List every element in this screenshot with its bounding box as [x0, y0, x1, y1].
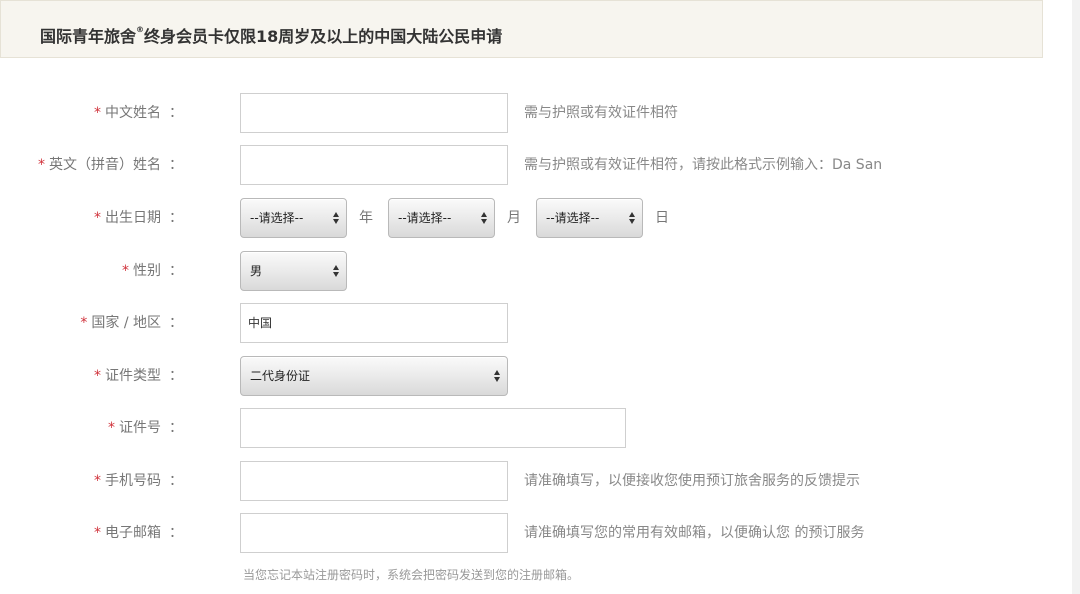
birth-year-select[interactable]: --请选择-- [240, 198, 347, 238]
form-header: 国际青年旅舍®终身会员卡仅限18周岁及以上的中国大陆公民申请 [0, 0, 1043, 58]
gender-select[interactable]: 男 [240, 251, 347, 291]
year-unit: 年 [359, 210, 373, 226]
select-arrows-icon [629, 212, 636, 224]
row-gender: * 性别： 男 [0, 251, 1040, 291]
id-type-value: 二代身份证 [250, 369, 311, 383]
birth-year-value: --请选择-- [250, 211, 304, 225]
english-name-label: * 英文（拼音）姓名： [38, 157, 183, 173]
select-arrows-icon [481, 212, 488, 224]
row-id-number: * 证件号： [0, 408, 1040, 448]
gender-value: 男 [250, 264, 263, 278]
birth-month-value: --请选择-- [398, 211, 452, 225]
row-chinese-name: * 中文姓名： 需与护照或有效证件相符 [0, 93, 1040, 133]
birth-day-select[interactable]: --请选择-- [536, 198, 643, 238]
id-number-label: * 证件号： [108, 420, 183, 436]
english-name-hint: 需与护照或有效证件相符，请按此格式示例输入：Da San [524, 157, 883, 173]
english-name-input[interactable] [240, 145, 508, 185]
row-id-type: * 证件类型： 二代身份证 [0, 356, 1040, 396]
select-arrows-icon [494, 370, 501, 382]
gender-label: * 性别： [122, 263, 183, 279]
required-mark: * [94, 210, 101, 226]
row-english-name: * 英文（拼音）姓名： 需与护照或有效证件相符，请按此格式示例输入：Da San [0, 145, 1040, 185]
birth-date-label: * 出生日期： [94, 210, 183, 226]
chinese-name-hint: 需与护照或有效证件相符 [524, 105, 678, 121]
day-unit: 日 [655, 210, 669, 226]
mobile-input[interactable] [240, 461, 508, 501]
month-unit: 月 [507, 210, 521, 226]
email-label: * 电子邮箱： [94, 525, 183, 541]
email-note: 当您忘记本站注册密码时，系统会把密码发送到您的注册邮箱。 [243, 568, 580, 582]
row-birth-date: * 出生日期： --请选择-- 年 --请选择-- 月 --请选择-- 日 [0, 198, 1040, 238]
birth-month-select[interactable]: --请选择-- [388, 198, 495, 238]
required-mark: * [94, 525, 101, 541]
select-arrows-icon [333, 265, 340, 277]
required-mark: * [94, 368, 101, 384]
required-mark: * [94, 105, 101, 121]
chinese-name-label: * 中文姓名： [94, 105, 183, 121]
birth-day-value: --请选择-- [546, 211, 600, 225]
page-title: 国际青年旅舍®终身会员卡仅限18周岁及以上的中国大陆公民申请 [40, 23, 502, 47]
required-mark: * [94, 473, 101, 489]
email-hint: 请准确填写您的常用有效邮箱，以便确认您 的预订服务 [524, 525, 865, 541]
email-input[interactable] [240, 513, 508, 553]
title-text: 终身会员卡仅限18周岁及以上的中国大陆公民申请 [144, 27, 503, 46]
id-number-input[interactable] [240, 408, 626, 448]
required-mark: * [80, 315, 88, 331]
row-email: * 电子邮箱： 请准确填写您的常用有效邮箱，以便确认您 的预订服务 [0, 513, 1040, 553]
country-input[interactable]: 中国 [240, 303, 508, 343]
registered-mark: ® [136, 25, 145, 34]
row-mobile: * 手机号码： 请准确填写，以便接收您使用预订旅舍服务的反馈提示 [0, 461, 1040, 501]
select-arrows-icon [333, 212, 340, 224]
mobile-label: * 手机号码： [94, 473, 183, 489]
chinese-name-input[interactable] [240, 93, 508, 133]
id-type-label: * 证件类型： [94, 368, 183, 384]
mobile-hint: 请准确填写，以便接收您使用预订旅舍服务的反馈提示 [524, 473, 860, 489]
required-mark: * [122, 263, 129, 279]
row-country: * 国家 / 地区： 中国 [0, 303, 1040, 343]
required-mark: * [38, 157, 45, 173]
id-type-select[interactable]: 二代身份证 [240, 356, 508, 396]
country-label: * 国家 / 地区： [80, 315, 183, 331]
required-mark: * [108, 420, 115, 436]
scrollbar-track[interactable] [1072, 0, 1080, 594]
title-brand: 国际青年旅舍 [40, 27, 137, 46]
